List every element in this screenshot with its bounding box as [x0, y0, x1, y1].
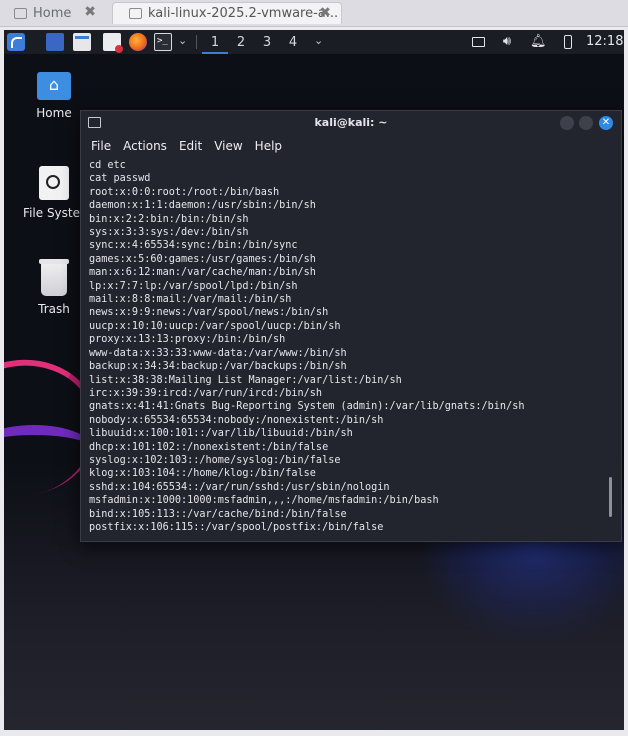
terminal-line: dhcp:x:101:102::/nonexistent:/bin/false [89, 441, 329, 453]
text-editor-icon[interactable] [103, 33, 123, 53]
terminal-line: libuuid:x:100:101::/var/lib/libuuid:/bin… [89, 428, 353, 440]
terminal-line: www-data:x:33:33:www-data:/var/www:/bin/… [89, 347, 347, 359]
host-tab-home[interactable]: Home ✖ [14, 2, 106, 24]
scrollbar-thumb[interactable] [609, 477, 612, 517]
terminal-line: sync:x:4:65534:sync:/bin:/bin/sync [89, 240, 298, 252]
terminal-launcher-icon[interactable]: >_ [154, 33, 172, 51]
trash-icon [39, 259, 69, 296]
close-tab-icon[interactable]: ✖ [84, 4, 96, 20]
chevron-down-icon[interactable]: ⌄ [314, 34, 323, 47]
workspace-2[interactable]: 2 [228, 33, 254, 52]
file-manager-icon[interactable] [73, 33, 91, 51]
close-button[interactable]: ✕ [599, 116, 613, 130]
terminal-window[interactable]: kali@kali: ~ ✕ File Actions Edit View He… [80, 110, 622, 542]
home-tab-icon [14, 7, 27, 19]
maximize-button[interactable] [579, 116, 593, 130]
notification-bell-icon[interactable]: 🔔︎ [530, 34, 547, 50]
terminal-line: games:x:5:60:games:/usr/games:/bin/sh [89, 253, 316, 265]
terminal-line: nobody:x:65534:65534:nobody:/nonexistent… [89, 414, 384, 426]
terminal-line: proxy:x:13:13:proxy:/bin:/bin/sh [89, 334, 286, 346]
terminal-line: cat passwd [89, 173, 151, 185]
terminal-titlebar[interactable]: kali@kali: ~ ✕ [81, 111, 621, 135]
terminal-line: gnats:x:41:41:Gnats Bug-Reporting System… [89, 401, 525, 413]
terminal-line: cd etc [89, 160, 126, 171]
terminal-line: postfix:x:106:115::/var/spool/postfix:/b… [89, 521, 384, 533]
terminal-line: bind:x:105:113::/var/cache/bind:/bin/fal… [89, 508, 347, 520]
terminal-line: lp:x:7:7:lp:/var/spool/lpd:/bin/sh [89, 280, 298, 292]
terminal-line: list:x:38:38:Mailing List Manager:/var/l… [89, 374, 402, 386]
clock[interactable]: 12:18 [586, 34, 623, 49]
terminal-line: daemon:x:1:1:daemon:/usr/sbin:/bin/sh [89, 200, 316, 212]
minimize-button[interactable] [560, 116, 574, 130]
menu-help[interactable]: Help [249, 139, 288, 153]
display-icon[interactable] [470, 34, 486, 50]
top-panel: >_ ⌄ 1 2 3 4 ⌄ 🔊︎ 🔔︎ 12:18 [4, 30, 624, 54]
vm-screen[interactable]: >_ ⌄ 1 2 3 4 ⌄ 🔊︎ 🔔︎ 12:18 Home File Sys… [4, 30, 624, 730]
menu-view[interactable]: View [208, 139, 248, 153]
terminal-line: sshd:x:104:65534::/var/run/sshd:/usr/sbi… [89, 481, 390, 493]
terminal-line: sys:x:3:3:sys:/dev:/bin/sh [89, 227, 249, 239]
menu-actions[interactable]: Actions [117, 139, 173, 153]
terminal-line: backup:x:34:34:backup:/var/backups:/bin/… [89, 361, 347, 373]
host-tab-vm[interactable]: kali-linux-2025.2-vmware-a... ✖ [112, 2, 342, 24]
show-desktop-icon[interactable] [46, 33, 64, 51]
volume-icon[interactable]: 🔊︎ [499, 34, 515, 50]
menu-edit[interactable]: Edit [173, 139, 208, 153]
workspace-3[interactable]: 3 [254, 33, 280, 52]
terminal-line: klog:x:103:104::/home/klog:/bin/false [89, 468, 316, 480]
workspace-4[interactable]: 4 [280, 33, 306, 52]
home-folder-icon [37, 72, 71, 100]
terminal-line: root:x:0:0:root:/root:/bin/bash [89, 186, 280, 198]
vm-tab-icon [129, 8, 142, 19]
host-tab-label: kali-linux-2025.2-vmware-a... [148, 6, 339, 21]
close-tab-icon[interactable]: ✖ [319, 5, 331, 21]
kali-menu-icon[interactable] [7, 33, 25, 51]
host-tab-label: Home [33, 5, 72, 21]
terminal-line: msfadmin:x:1000:1000:msfadmin,,,:/home/m… [89, 495, 439, 507]
menu-file[interactable]: File [81, 139, 117, 153]
terminal-scrollbar[interactable] [607, 159, 615, 537]
terminal-line: syslog:x:102:103::/home/syslog:/bin/fals… [89, 454, 341, 466]
firefox-icon[interactable] [129, 33, 147, 51]
filesystem-icon [39, 166, 69, 200]
battery-icon[interactable] [560, 34, 576, 50]
panel-divider [196, 35, 197, 49]
terminal-line: news:x:9:9:news:/var/spool/news:/bin/sh [89, 307, 329, 319]
terminal-line: man:x:6:12:man:/var/cache/man:/bin/sh [89, 267, 316, 279]
chevron-down-icon[interactable]: ⌄ [178, 34, 187, 47]
window-title: kali@kali: ~ [314, 116, 388, 129]
terminal-output[interactable]: cd etc cat passwd root:x:0:0:root:/root:/b… [89, 159, 604, 537]
host-tab-bar: Home ✖ kali-linux-2025.2-vmware-a... ✖ [0, 0, 628, 27]
terminal-menubar: File Actions Edit View Help [81, 135, 621, 157]
terminal-line: irc:x:39:39:ircd:/var/run/ircd:/bin/sh [89, 387, 323, 399]
terminal-line: bin:x:2:2:bin:/bin:/bin/sh [89, 213, 249, 225]
workspace-1[interactable]: 1 [202, 33, 228, 54]
terminal-line: uucp:x:10:10:uucp:/var/spool/uucp:/bin/s… [89, 320, 341, 332]
terminal-line: mail:x:8:8:mail:/var/mail:/bin/sh [89, 294, 292, 306]
